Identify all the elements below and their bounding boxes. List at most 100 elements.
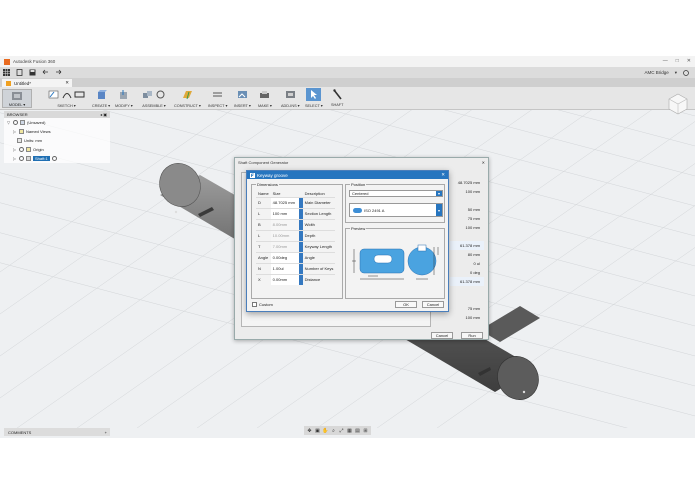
expand-arrow-icon[interactable]: ▷	[13, 156, 17, 161]
workspace-switcher[interactable]: MODEL ▾	[2, 89, 32, 108]
tree-item-units[interactable]: Units: mm	[4, 136, 110, 145]
file-icon[interactable]	[16, 69, 23, 76]
expand-arrow-icon[interactable]: ▷	[13, 147, 17, 152]
document-settings-icon	[17, 138, 22, 143]
ribbon-group-construct[interactable]: CONSTRUCT ▾	[174, 88, 201, 109]
position-group: Position Centered ▾ ISO 2491 A ▾	[345, 182, 445, 223]
shaft-value: 61.378 mm	[450, 241, 484, 250]
shaft-generator-header[interactable]: Shaft Component Generator ✕	[235, 158, 488, 166]
display-settings-icon[interactable]: ▦	[346, 427, 353, 434]
position-title: Position	[350, 182, 367, 187]
comments-panel[interactable]: COMMENTS +	[4, 428, 110, 436]
tree-item-label: (Unsaved)	[27, 120, 46, 125]
expand-arrow-icon[interactable]: ▷	[13, 129, 17, 134]
standard-select[interactable]: ISO 2491 A ▾	[349, 203, 443, 217]
tree-item-label: Named Views	[26, 129, 51, 134]
close-tab-icon[interactable]: ✕	[65, 80, 69, 86]
user-menu-arrow-icon[interactable]: ▾	[675, 70, 677, 76]
tree-item-root[interactable]: ▽ (Unsaved)	[4, 118, 110, 127]
preview-group: Preview	[345, 226, 445, 299]
shaft-value	[450, 295, 484, 304]
chevron-down-icon[interactable]: ▾	[436, 204, 442, 216]
visibility-icon[interactable]	[13, 120, 18, 125]
ribbon-group-inspect[interactable]: INSPECT ▾	[208, 88, 227, 109]
browser-title: BROWSER	[7, 112, 28, 117]
ribbon-label-inspect: INSPECT ▾	[208, 104, 228, 108]
help-icon[interactable]	[683, 69, 689, 76]
dim-description: Keyway Length	[302, 240, 336, 252]
grid-settings-icon[interactable]: ▤	[354, 427, 361, 434]
ribbon-group-make[interactable]: MAKE ▾	[258, 88, 272, 109]
shaft-cancel-button[interactable]: Cancel	[431, 332, 453, 339]
ok-button[interactable]: OK	[395, 301, 417, 308]
measure-icon	[213, 92, 223, 97]
undo-icon[interactable]	[42, 69, 49, 76]
ribbon-group-assemble[interactable]: ASSEMBLE ▾	[142, 88, 166, 109]
dim-name: Angle	[256, 251, 271, 263]
dim-name: L	[256, 229, 271, 241]
dialog-close-icon[interactable]: ✕	[482, 160, 485, 165]
user-name[interactable]: AMC Bridge	[644, 70, 668, 75]
expand-arrow-icon[interactable]: ▽	[7, 120, 11, 125]
browser-collapse-icon[interactable]: ◂ ▣	[100, 112, 107, 117]
redo-icon[interactable]	[55, 69, 62, 76]
col-description: Description	[304, 190, 325, 196]
cancel-button[interactable]: Cancel	[422, 301, 444, 308]
position-select[interactable]: Centered ▾	[349, 190, 443, 197]
add-ins-icon	[285, 91, 295, 98]
ribbon-group-select[interactable]: SELECT ▾	[305, 88, 323, 109]
look-at-icon[interactable]: ▣	[314, 427, 321, 434]
tree-item-label: Units: mm	[24, 138, 42, 143]
shaft-run-button[interactable]: Run	[461, 332, 483, 339]
maximize-button[interactable]: □	[676, 58, 679, 64]
rectangle-icon	[74, 91, 85, 98]
activate-radio-icon[interactable]	[51, 156, 57, 161]
viewcube-icon[interactable]	[667, 92, 689, 116]
close-window-button[interactable]: ✕	[687, 58, 691, 64]
dim-size-input[interactable]: 0.00deg	[270, 251, 299, 263]
minimize-button[interactable]: —	[663, 58, 668, 64]
chevron-down-icon[interactable]: ▾	[436, 191, 442, 196]
fit-icon[interactable]: ⤢	[338, 427, 345, 434]
pan-icon[interactable]: ✋	[322, 427, 329, 434]
save-icon[interactable]	[29, 69, 36, 76]
dim-size-input[interactable]: 100 mm	[270, 207, 299, 219]
orbit-icon[interactable]: ✥	[306, 427, 313, 434]
ribbon-group-sketch[interactable]: SKETCH ▾	[48, 88, 85, 109]
tab-untitled[interactable]: Untitled* ✕	[2, 79, 72, 87]
zoom-icon[interactable]: ⌕	[330, 427, 337, 434]
viewports-icon[interactable]: ⊞	[362, 427, 369, 434]
ribbon-group-add-ins[interactable]: ADD-INS ▾	[281, 88, 300, 109]
dim-size-input[interactable]: 48.7025 mm	[270, 196, 299, 208]
dim-size-input: 7.00mm	[270, 240, 299, 252]
custom-checkbox[interactable]: Custom	[252, 302, 273, 307]
dim-size-input[interactable]: 1.00ul	[270, 262, 299, 274]
shaft-value: 0 ul	[473, 261, 480, 266]
printer-icon	[260, 91, 270, 98]
browser-header[interactable]: BROWSER ◂ ▣	[4, 111, 110, 118]
add-comment-icon[interactable]: +	[105, 430, 107, 435]
dim-size-input[interactable]: 0.00mm	[270, 273, 299, 285]
ribbon-group-create[interactable]: CREATE ▾	[92, 88, 110, 109]
keyway-close-icon[interactable]: ✕	[441, 172, 445, 178]
ribbon-group-modify[interactable]: MODIFY ▾	[115, 88, 133, 109]
ribbon-group-insert[interactable]: INSERT ▾	[234, 88, 251, 109]
tree-item-named-views[interactable]: ▷ Named Views	[4, 127, 110, 136]
dim-name: D	[256, 196, 271, 208]
modify-icon	[120, 90, 128, 99]
tree-item-shaft[interactable]: ▷ Shaft:1	[4, 154, 110, 163]
quick-access-toolbar: AMC Bridge ▾	[0, 67, 695, 78]
app-grid-icon[interactable]	[3, 69, 10, 76]
folder-icon	[26, 147, 31, 152]
ribbon-label-modify: MODIFY ▾	[115, 104, 133, 108]
dim-size-input: 10.00mm	[270, 229, 299, 241]
table-row: X 0.00mm Distance	[256, 273, 336, 285]
tree-item-origin[interactable]: ▷ Origin	[4, 145, 110, 154]
create-box-icon	[97, 90, 107, 99]
visibility-icon[interactable]	[19, 147, 24, 152]
checkbox-box[interactable]	[252, 302, 257, 307]
ribbon-group-shaft[interactable]: SHAFT	[331, 88, 343, 109]
workspace-label: MODEL ▾	[8, 102, 26, 107]
visibility-icon[interactable]	[19, 156, 24, 161]
keyway-dialog-header[interactable]: Keyway groove ✕	[247, 171, 448, 179]
